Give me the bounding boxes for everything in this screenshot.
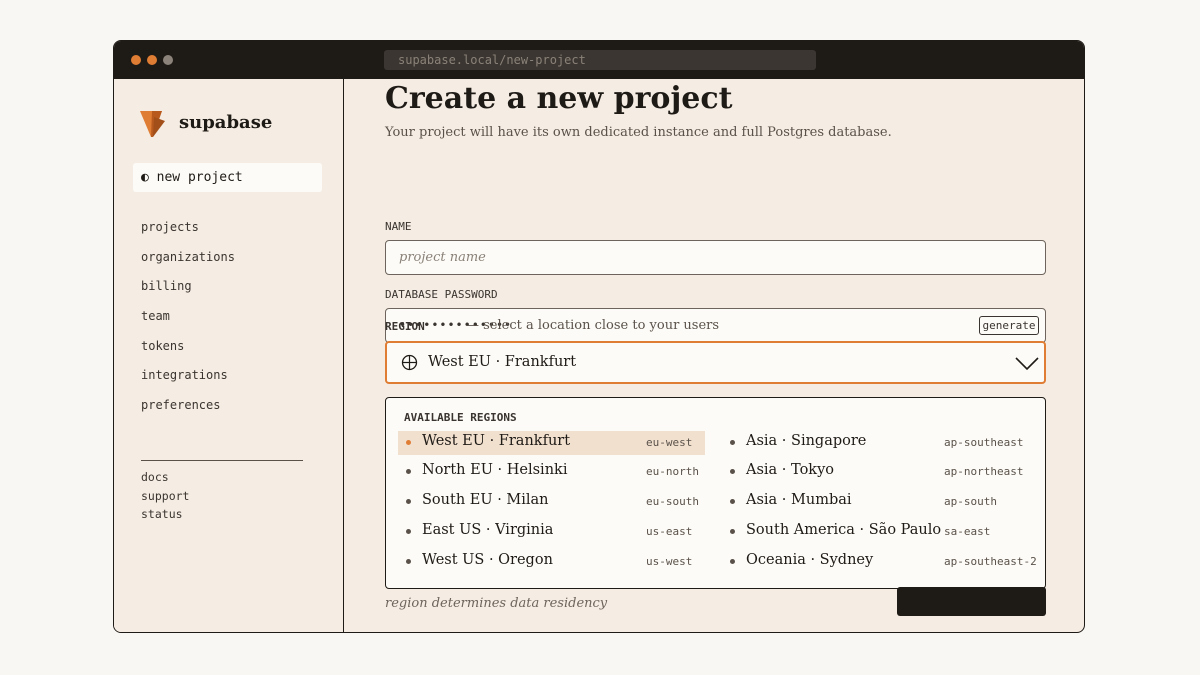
sidebar: supabase ◐ new project projects organiza…	[114, 79, 344, 632]
footer-link-status[interactable]: status	[141, 505, 189, 524]
region-hint: — select a location close to your users	[466, 318, 720, 333]
password-label: DATABASE PASSWORD	[385, 288, 498, 301]
bullet-icon	[730, 469, 735, 474]
close-dot[interactable]	[131, 55, 141, 65]
sidebar-divider	[141, 460, 303, 461]
region-option[interactable]: West US · Oregon us-west	[398, 550, 705, 574]
brand-name: supabase	[179, 112, 273, 133]
minimize-dot[interactable]	[147, 55, 157, 65]
region-option[interactable]: North EU · Helsinki eu-north	[398, 460, 705, 484]
bullet-icon	[730, 499, 735, 504]
region-select[interactable]: West EU · Frankfurt	[385, 341, 1046, 384]
bullet-icon	[406, 559, 411, 564]
page-subtitle: Your project will have its own dedicated…	[385, 125, 892, 140]
region-selected-value: West EU · Frankfurt	[428, 354, 577, 370]
sidebar-item-projects[interactable]: projects	[141, 213, 235, 243]
region-option[interactable]: Asia · Singapore ap-southeast	[722, 431, 1029, 455]
chevron-down-icon	[1015, 357, 1039, 371]
sidebar-nav: projects organizations billing team toke…	[141, 213, 235, 421]
sidebar-item-billing[interactable]: billing	[141, 272, 235, 302]
main-content: Create a new project Your project will h…	[344, 79, 1084, 632]
globe-icon	[401, 354, 418, 371]
region-label: REGION	[385, 320, 425, 333]
supabase-logo-icon	[140, 111, 165, 137]
region-option[interactable]: Oceania · Sydney ap-southeast-2	[722, 550, 1037, 574]
url-bar[interactable]: supabase.local/new-project	[384, 50, 816, 70]
generate-password-button[interactable]: generate	[979, 316, 1039, 335]
sidebar-item-preferences[interactable]: preferences	[141, 391, 235, 421]
sidebar-item-team[interactable]: team	[141, 302, 235, 332]
region-option[interactable]: South America · São Paulo sa-east	[722, 520, 1029, 544]
new-project-button[interactable]: ◐ new project	[133, 163, 322, 192]
sidebar-item-integrations[interactable]: integrations	[141, 361, 235, 391]
region-option[interactable]: East US · Virginia us-east	[398, 520, 705, 544]
bullet-icon	[730, 529, 735, 534]
sidebar-item-organizations[interactable]: organizations	[141, 243, 235, 273]
bullet-icon	[406, 469, 411, 474]
footer-link-support[interactable]: support	[141, 487, 189, 506]
region-option[interactable]: Asia · Tokyo ap-northeast	[722, 460, 1029, 484]
region-option[interactable]: Asia · Mumbai ap-south	[722, 490, 1029, 514]
sidebar-footer: docs support status	[141, 468, 189, 524]
bullet-icon	[406, 499, 411, 504]
region-option[interactable]: West EU · Frankfurt eu-west	[398, 431, 705, 455]
bullet-icon	[406, 440, 411, 445]
page-title: Create a new project	[385, 81, 733, 116]
maximize-dot[interactable]	[163, 55, 173, 65]
region-footnote: region determines data residency	[385, 596, 608, 611]
footer-link-docs[interactable]: docs	[141, 468, 189, 487]
region-option[interactable]: South EU · Milan eu-south	[398, 490, 705, 514]
title-bar: supabase.local/new-project	[114, 41, 1084, 79]
region-dropdown-panel: AVAILABLE REGIONS West EU · Frankfurt eu…	[385, 397, 1046, 589]
project-name-input[interactable]: project name	[385, 240, 1046, 275]
name-label: NAME	[385, 220, 412, 233]
panel-title: AVAILABLE REGIONS	[404, 411, 517, 424]
bullet-icon	[406, 529, 411, 534]
bullet-icon	[730, 440, 735, 445]
browser-window: supabase.local/new-project supabase ◐ ne…	[113, 40, 1085, 633]
create-project-button[interactable]	[897, 587, 1046, 616]
bullet-icon	[730, 559, 735, 564]
sidebar-item-tokens[interactable]: tokens	[141, 332, 235, 362]
